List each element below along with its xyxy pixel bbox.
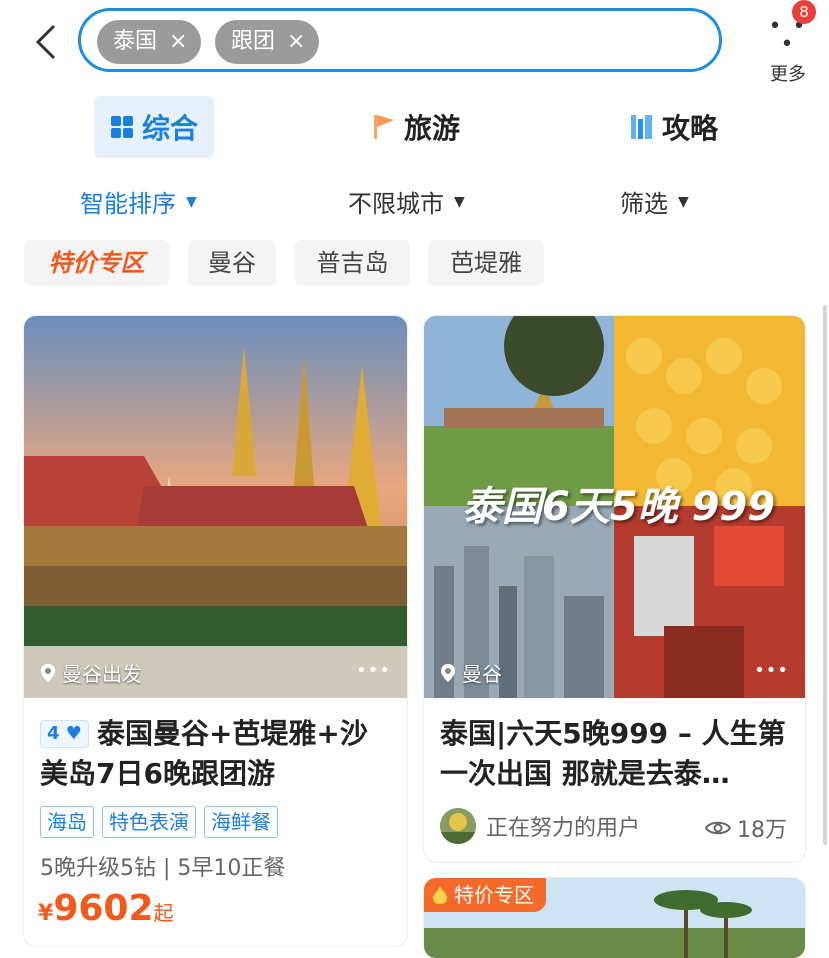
- search-chip[interactable]: 跟团 ×: [215, 20, 320, 64]
- more-options-icon[interactable]: •••: [356, 660, 391, 681]
- filter-label: 智能排序: [80, 190, 176, 218]
- quick-tag-pattaya[interactable]: 芭堤雅: [428, 240, 544, 286]
- tab-label: 旅游: [404, 112, 461, 145]
- filter-sort[interactable]: 智能排序 ▼: [80, 184, 197, 219]
- grid-icon: [110, 116, 133, 138]
- image-overlay-text: 泰国6天5晚 999: [462, 484, 776, 530]
- chevron-left-icon: [35, 24, 56, 60]
- filter-label: 不限城市: [348, 190, 444, 218]
- avatar: [440, 808, 476, 844]
- caret-down-icon: ▼: [454, 193, 465, 210]
- tab-label: 攻略: [662, 112, 719, 145]
- product-card[interactable]: 曼谷出发 ••• 4 ♥ 泰国曼谷+芭堤雅+沙美岛7日6晚跟团游 海岛 特色表演 …: [24, 316, 407, 946]
- badge-text: 特价专区: [454, 883, 534, 907]
- quick-tag-phuket[interactable]: 普吉岛: [295, 240, 410, 286]
- tag: 特色表演: [102, 806, 196, 838]
- post-card[interactable]: 泰国6天5晚 999 曼谷 ••• 泰国|六天5晚999 – 人生第一次出国 那…: [424, 316, 805, 862]
- price-suffix: 起: [153, 901, 174, 925]
- price-value: 9602: [53, 888, 154, 929]
- special-offer-badge: 特价专区: [424, 878, 546, 912]
- location-text: 曼谷: [462, 662, 502, 686]
- search-bar[interactable]: 泰国 × 跟团 ×: [78, 8, 722, 72]
- back-button[interactable]: [30, 22, 62, 62]
- tab-guides[interactable]: 攻略: [630, 96, 718, 158]
- tab-label: 综合: [141, 112, 198, 145]
- notification-badge: 8: [792, 0, 816, 24]
- author[interactable]: 正在努力的用户: [440, 808, 640, 844]
- views-text: 18万: [737, 818, 787, 843]
- card-subtitle: 5晚升级5钻 | 5早10正餐: [40, 856, 286, 881]
- price-currency: ¥: [38, 901, 54, 926]
- level-number: 4: [47, 723, 60, 744]
- price: ¥9602起: [38, 888, 174, 929]
- more-button[interactable]: • • • 更多: [760, 16, 816, 86]
- close-icon[interactable]: ×: [169, 20, 187, 64]
- quick-tag-bangkok[interactable]: 曼谷: [188, 240, 276, 286]
- location-pin-icon: [41, 663, 55, 682]
- location-label: 曼谷: [440, 658, 502, 687]
- level-badge: 4 ♥: [40, 720, 89, 748]
- caret-down-icon: ▼: [186, 193, 197, 210]
- view-count: 18万: [705, 812, 787, 844]
- card-title: 泰国|六天5晚999 – 人生第一次出国 那就是去泰…: [440, 717, 786, 790]
- close-icon[interactable]: ×: [287, 20, 305, 64]
- eye-icon: [705, 821, 731, 835]
- more-options-icon[interactable]: •••: [754, 660, 789, 681]
- flame-icon: [433, 886, 447, 904]
- location-pin-icon: [441, 663, 455, 682]
- chip-label: 泰国: [113, 29, 158, 54]
- author-name: 正在努力的用户: [486, 816, 641, 841]
- filter-screen[interactable]: 筛选 ▼: [620, 184, 689, 219]
- tag-list: 海岛 特色表演 海鲜餐: [40, 806, 278, 838]
- flag-icon: [374, 115, 394, 139]
- more-label: 更多: [770, 64, 806, 85]
- location-label: 曼谷出发: [40, 658, 142, 687]
- tab-comprehensive[interactable]: 综合: [94, 96, 214, 158]
- search-chip[interactable]: 泰国 ×: [97, 20, 202, 64]
- temple-photo: [24, 316, 407, 698]
- book-icon: [631, 115, 652, 139]
- product-card[interactable]: 特价专区: [424, 878, 805, 958]
- tag: 海鲜餐: [204, 806, 278, 838]
- title-text: 泰国曼谷+芭堤雅+沙美岛7日6晚跟团游: [40, 717, 368, 790]
- filter-label: 筛选: [620, 190, 668, 218]
- avatar-image: [440, 808, 476, 844]
- tab-travel[interactable]: 旅游: [372, 96, 460, 158]
- caret-down-icon: ▼: [678, 193, 689, 210]
- location-text: 曼谷出发: [62, 662, 142, 686]
- quick-tag-special[interactable]: 特价专区: [24, 240, 169, 286]
- card-title: 4 ♥ 泰国曼谷+芭堤雅+沙美岛7日6晚跟团游: [40, 714, 395, 794]
- filter-city[interactable]: 不限城市 ▼: [348, 184, 465, 219]
- tag: 海岛: [40, 806, 94, 838]
- chip-label: 跟团: [231, 29, 276, 54]
- scrollbar[interactable]: [823, 305, 827, 845]
